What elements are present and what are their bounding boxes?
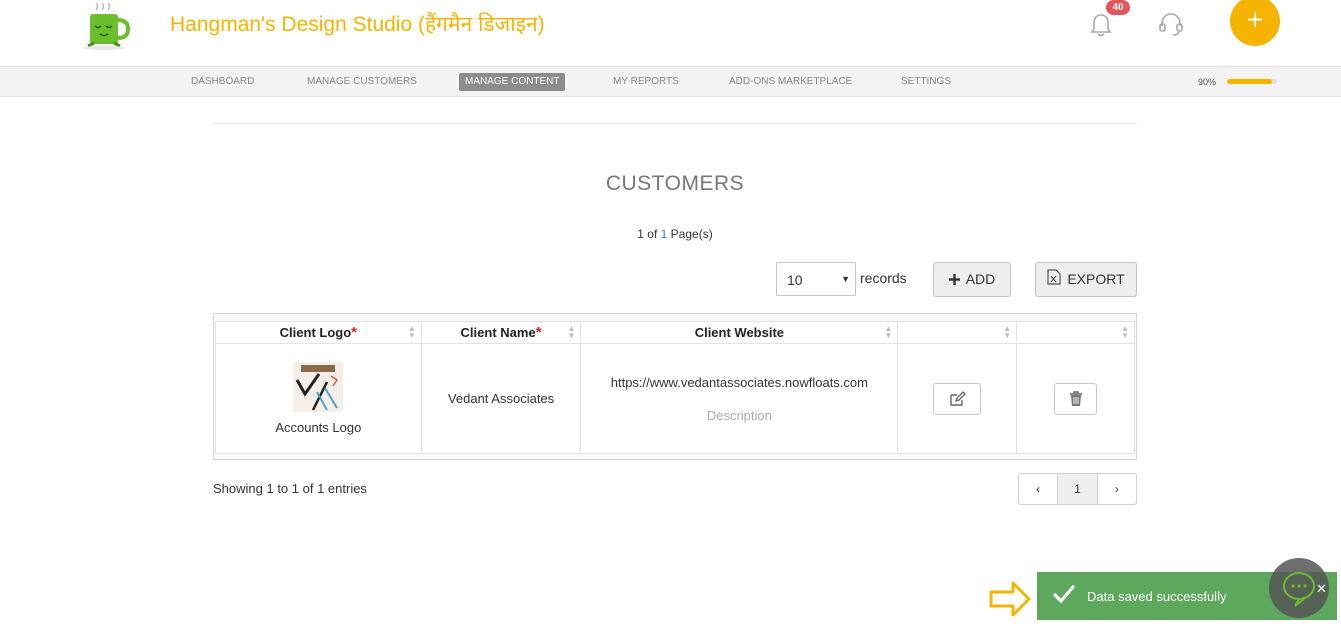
toast-message: Data saved successfully — [1087, 589, 1227, 604]
caret-down-icon: ▼ — [841, 274, 850, 284]
client-logo-caption: Accounts Logo — [275, 420, 362, 435]
profile-progress-label: 90% — [1198, 77, 1217, 87]
add-button[interactable]: ADD — [933, 262, 1011, 297]
nav-addons-marketplace[interactable]: ADD-ONS MARKETPLACE — [729, 73, 852, 91]
excel-file-icon — [1047, 264, 1061, 297]
profile-progress-fill — [1227, 79, 1272, 84]
trash-icon — [1069, 391, 1082, 407]
column-header-client-website[interactable]: Client Website ▲ ▼ — [580, 321, 899, 344]
page-count-prefix: 1 of — [637, 227, 658, 241]
customers-table-wrapper: Client Logo* ▲ ▼ Client Name* ▲ ▼ Client W… — [213, 313, 1137, 460]
content-divider — [213, 123, 1137, 124]
pagination-next-button[interactable]: › — [1096, 474, 1136, 504]
sort-icon: ▲ ▼ — [1121, 324, 1129, 340]
column-header-client-name[interactable]: Client Name* ▲ ▼ — [420, 321, 582, 344]
cell-edit — [897, 343, 1018, 454]
required-mark: * — [535, 324, 542, 341]
arrow-right-icon — [988, 580, 1032, 618]
records-select-value: 10 — [787, 272, 803, 288]
brand-logo[interactable] — [78, 2, 140, 52]
page-count-number: 1 — [660, 227, 668, 241]
cell-delete — [1016, 343, 1135, 454]
edit-icon — [950, 391, 967, 406]
close-icon[interactable]: ✕ — [1316, 581, 1327, 597]
client-website-link[interactable]: https://www.vedantassociates.nowfloats.c… — [581, 375, 897, 390]
sort-icon: ▲ ▼ — [567, 324, 576, 340]
nav-settings[interactable]: SETTINGS — [901, 73, 951, 91]
page-count: 1 of 1 Page(s) — [213, 227, 1137, 241]
cell-client-name: Vedant Associates — [420, 343, 582, 454]
pagination: ‹ 1 › — [1018, 473, 1137, 505]
header: Hangman's Design Studio (हैंगमैन डिजाइन)… — [0, 0, 1341, 66]
cell-client-logo: Accounts Logo — [215, 343, 422, 454]
records-label: records — [860, 270, 907, 286]
add-fab-button[interactable]: + — [1230, 0, 1280, 46]
customers-table: Client Logo* ▲ ▼ Client Name* ▲ ▼ Client W… — [215, 321, 1135, 454]
export-button-label: EXPORT — [1067, 271, 1125, 287]
entries-summary: Showing 1 to 1 of 1 entries — [213, 481, 367, 496]
page-title: CUSTOMERS — [605, 172, 745, 195]
delete-button[interactable] — [1054, 382, 1098, 415]
cell-client-website: https://www.vedantassociates.nowfloats.c… — [580, 343, 899, 454]
column-header-edit[interactable]: ▲ ▼ — [897, 321, 1018, 344]
checkmark-icon — [1053, 584, 1075, 607]
sort-icon: ▲ ▼ — [1003, 324, 1012, 340]
plus-icon — [948, 264, 960, 297]
table-row: Accounts Logo Vedant Associates https://… — [215, 343, 1135, 454]
client-description: Description — [706, 407, 772, 423]
page-count-suffix: Page(s) — [670, 227, 713, 241]
nav-manage-content[interactable]: MANAGE CONTENT — [459, 73, 566, 91]
nav-manage-customers[interactable]: MANAGE CUSTOMERS — [307, 73, 417, 91]
pagination-prev-button[interactable]: ‹ — [1019, 474, 1057, 504]
bell-icon[interactable] — [1088, 11, 1114, 39]
required-mark: * — [351, 324, 357, 341]
profile-progress-bar — [1227, 79, 1277, 84]
nav-dashboard[interactable]: DASHBOARD — [191, 73, 254, 91]
notification-badge: 40 — [1106, 0, 1130, 15]
records-per-page-select[interactable]: 10 ▼ — [776, 262, 856, 296]
brand-name: Hangman's Design Studio (हैंगमैन डिजाइन) — [170, 13, 545, 36]
column-header-delete[interactable]: ▲ ▼ — [1016, 321, 1135, 344]
main-nav: DASHBOARD MANAGE CUSTOMERS MANAGE CONTEN… — [0, 66, 1341, 97]
export-button[interactable]: EXPORT — [1035, 262, 1137, 297]
sort-icon: ▲ ▼ — [884, 324, 893, 340]
column-header-label: Client Name — [460, 325, 536, 340]
add-button-label: ADD — [965, 271, 996, 287]
column-header-client-logo[interactable]: Client Logo* ▲ ▼ — [215, 321, 422, 344]
sort-icon: ▲ ▼ — [407, 324, 416, 340]
pagination-page-1[interactable]: 1 — [1057, 474, 1097, 504]
column-header-label: Client Website — [694, 325, 785, 340]
client-logo-image[interactable] — [293, 362, 344, 412]
nav-my-reports[interactable]: MY REPORTS — [613, 73, 679, 91]
column-header-label: Client Logo — [279, 325, 352, 340]
edit-button[interactable] — [933, 382, 982, 415]
headset-icon[interactable] — [1157, 11, 1185, 37]
